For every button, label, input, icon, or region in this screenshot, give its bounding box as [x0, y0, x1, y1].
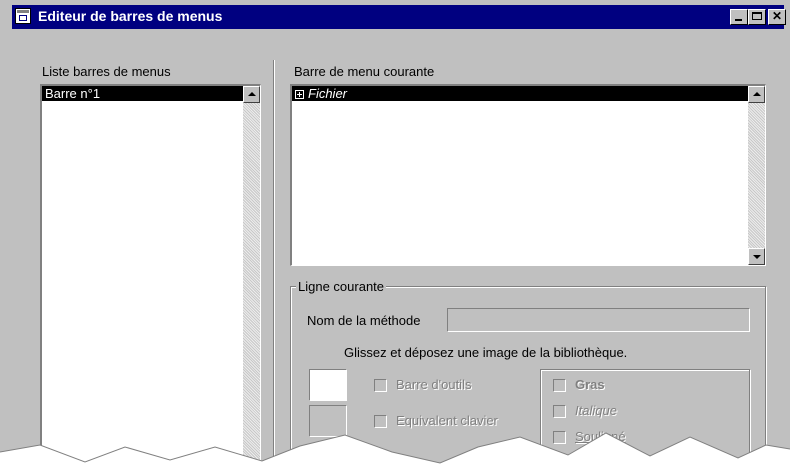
torn-edge-overlay	[0, 432, 790, 466]
menu-bar-editor-window: Editeur de barres de menus ✕ Liste barre…	[0, 0, 790, 466]
